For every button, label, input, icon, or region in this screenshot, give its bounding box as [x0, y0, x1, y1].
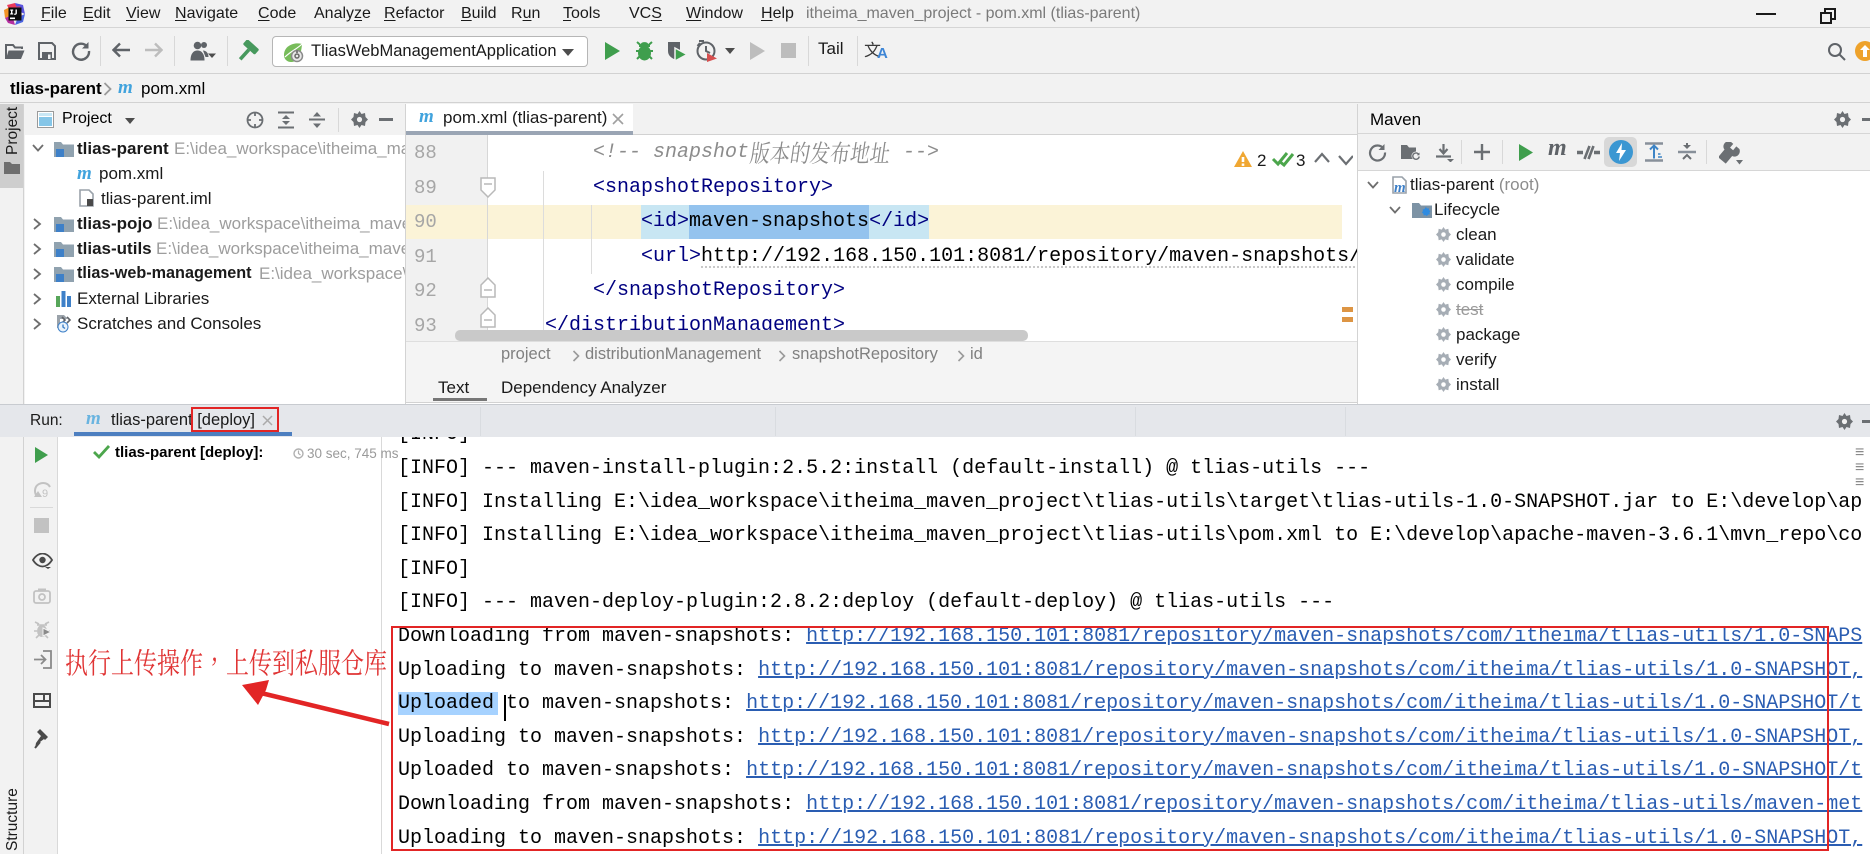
svg-text:2: 2	[1257, 151, 1266, 170]
svg-text:9: 9	[42, 488, 48, 499]
svg-text:3: 3	[1296, 151, 1305, 170]
